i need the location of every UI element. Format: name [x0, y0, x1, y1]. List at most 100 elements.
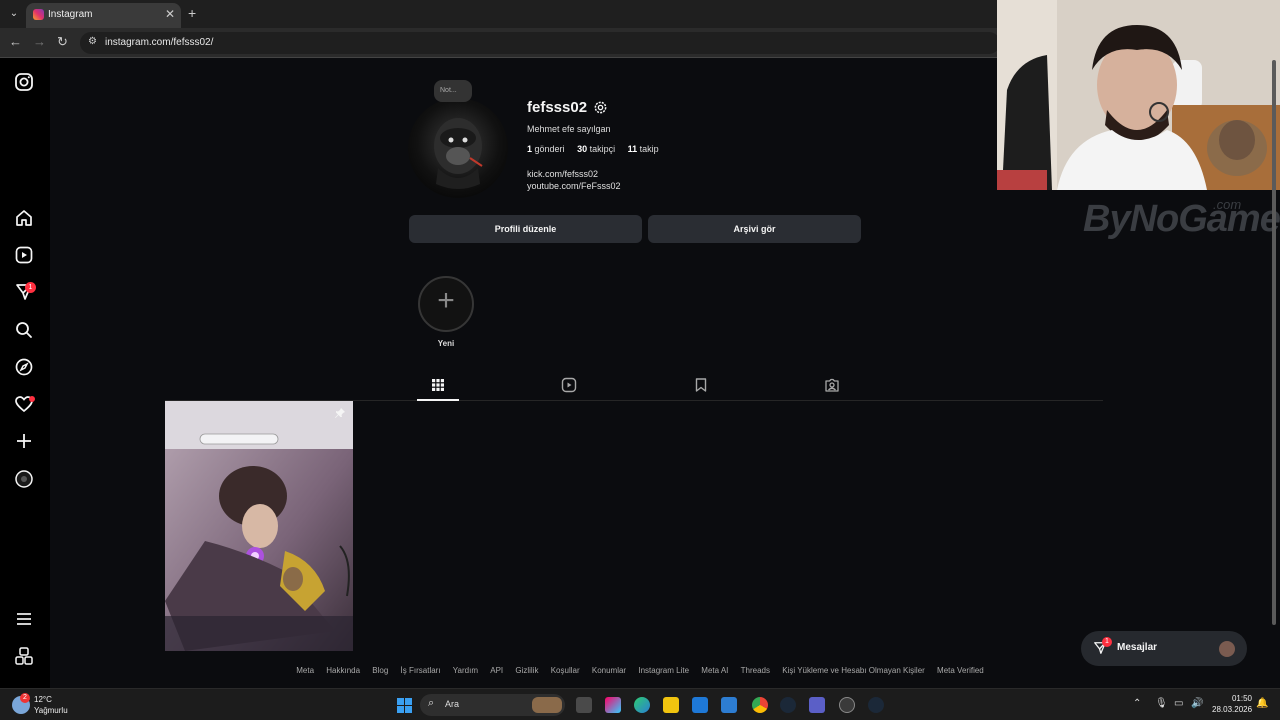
- footer-link-api[interactable]: API: [490, 666, 503, 675]
- messages-label: Mesajlar: [1117, 642, 1158, 653]
- instagram-logo-icon[interactable]: [14, 72, 34, 92]
- edge-browser-icon[interactable]: [634, 697, 650, 713]
- messages-count-badge: 1: [1102, 637, 1112, 647]
- footer-link-locations[interactable]: Konumlar: [592, 666, 626, 675]
- tagged-tab-icon[interactable]: [824, 377, 840, 393]
- task-view-icon[interactable]: [576, 697, 592, 713]
- webcam-overlay: [997, 0, 1280, 190]
- page-scrollbar[interactable]: [1272, 60, 1276, 625]
- footer-link-meta-verified[interactable]: Meta Verified: [937, 666, 984, 675]
- following-count: 11: [627, 144, 638, 154]
- footer-link-about[interactable]: Hakkında: [326, 666, 360, 675]
- recent-chat-avatar: [1219, 641, 1235, 657]
- pinned-post-icon: [334, 406, 346, 418]
- note-bubble[interactable]: Not...: [434, 80, 472, 102]
- new-tab-button[interactable]: +: [188, 5, 196, 21]
- weather-alert-badge: 2: [20, 693, 30, 703]
- search-highlight-image: [532, 697, 562, 713]
- microsoft-store-icon[interactable]: [721, 697, 737, 713]
- notification-bell-icon[interactable]: 🔔: [1256, 698, 1268, 709]
- following-stat[interactable]: 11 takip: [628, 144, 659, 154]
- profile-avatar-icon[interactable]: [14, 469, 34, 489]
- tab-close-icon[interactable]: ✕: [165, 7, 175, 21]
- browser-tab-instagram[interactable]: Instagram ✕: [26, 3, 181, 28]
- reels-icon[interactable]: [14, 245, 34, 265]
- volume-icon[interactable]: 🔊: [1191, 698, 1203, 709]
- followers-stat[interactable]: 30 takipçi: [577, 144, 615, 154]
- footer-link-meta[interactable]: Meta: [296, 666, 314, 675]
- posts-stat[interactable]: 1 gönderi: [527, 144, 565, 154]
- following-label: takip: [639, 144, 659, 154]
- footer-link-privacy[interactable]: Gizlilik: [515, 666, 538, 675]
- more-menu-icon[interactable]: [14, 609, 34, 629]
- active-tab-indicator: [417, 399, 459, 401]
- site-info-icon[interactable]: ⚙: [88, 36, 97, 47]
- followers-label: takipçi: [589, 144, 616, 154]
- weather-temperature[interactable]: 12°C: [34, 695, 52, 704]
- steam-alt-icon[interactable]: [868, 697, 884, 713]
- footer-link-help[interactable]: Yardım: [453, 666, 478, 675]
- notifications-dot: [29, 396, 35, 402]
- windows-start-icon[interactable]: [397, 698, 412, 713]
- footer-link-blog[interactable]: Blog: [372, 666, 388, 675]
- tray-overflow-chevron-icon[interactable]: ⌃: [1133, 698, 1141, 709]
- explore-compass-icon[interactable]: [14, 357, 34, 377]
- forward-button[interactable]: →: [33, 34, 46, 49]
- weather-description[interactable]: Yağmurlu: [34, 706, 68, 715]
- footer-link-terms[interactable]: Koşullar: [551, 666, 580, 675]
- bio-link-kick[interactable]: kick.com/fefsss02: [527, 169, 598, 179]
- profile-stats: 1 gönderi 30 takipçi 11 takip: [527, 144, 669, 154]
- back-button[interactable]: ←: [9, 34, 22, 49]
- footer-link-contact-uploading[interactable]: Kişi Yükleme ve Hesabı Olmayan Kişiler: [782, 666, 925, 675]
- footer-link-threads[interactable]: Threads: [741, 666, 770, 675]
- network-icon[interactable]: ▭: [1174, 698, 1183, 709]
- profile-avatar[interactable]: [408, 98, 508, 198]
- posts-grid-tab-icon[interactable]: [430, 377, 446, 393]
- post-thumbnail[interactable]: [165, 401, 353, 651]
- chrome-browser-icon[interactable]: [752, 697, 768, 713]
- also-from-meta-icon[interactable]: [14, 646, 34, 666]
- view-archive-button[interactable]: Arşivi gör: [648, 215, 861, 243]
- file-explorer-icon[interactable]: [663, 697, 679, 713]
- profile-username: fefsss02: [527, 99, 588, 116]
- bio-link-youtube[interactable]: youtube.com/FeFsss02: [527, 181, 621, 191]
- taskbar-time[interactable]: 01:50: [1220, 694, 1252, 703]
- windows-taskbar: 2 12°C Yağmurlu ⌕ Ara ⌃ 🎙 ▭ 🔊 01:50 28.0…: [0, 688, 1280, 720]
- messages-floating-button[interactable]: 1 Mesajlar: [1081, 631, 1247, 666]
- gorilla-avatar-icon: [434, 118, 483, 189]
- ig-footer: Meta Hakkında Blog İş Fırsatları Yardım …: [0, 666, 1280, 675]
- watermark-suffix: .com: [1213, 197, 1242, 212]
- taskbar-search[interactable]: ⌕ Ara: [420, 694, 565, 716]
- new-highlight-label: Yeni: [437, 339, 455, 348]
- microphone-icon[interactable]: 🎙: [1155, 698, 1168, 709]
- instagram-favicon-icon: [33, 9, 44, 20]
- address-bar[interactable]: ⚙ instagram.com/fefsss02/: [80, 32, 1000, 54]
- new-highlight-button[interactable]: +: [418, 276, 474, 332]
- followers-count: 30: [577, 144, 588, 154]
- edit-profile-button[interactable]: Profili düzenle: [409, 215, 642, 243]
- home-icon[interactable]: [14, 208, 34, 228]
- messages-badge: 1: [25, 282, 36, 293]
- reels-tab-icon[interactable]: [561, 377, 577, 393]
- taskbar-date[interactable]: 28.03.2026: [1212, 705, 1252, 714]
- tab-search-chevron-icon[interactable]: ⌄: [5, 5, 23, 23]
- watermark-logo: ByNoGame: [1083, 198, 1280, 240]
- footer-link-jobs[interactable]: İş Fırsatları: [401, 666, 441, 675]
- steam-icon[interactable]: [780, 697, 796, 713]
- search-icon[interactable]: [14, 320, 34, 340]
- app-icon[interactable]: [839, 697, 855, 713]
- reload-button[interactable]: ↻: [57, 34, 68, 50]
- teams-icon[interactable]: [809, 697, 825, 713]
- saved-bookmark-tab-icon[interactable]: [693, 377, 709, 393]
- ig-sidebar: 1: [0, 58, 50, 688]
- footer-link-instagram-lite[interactable]: Instagram Lite: [638, 666, 689, 675]
- create-plus-icon[interactable]: [14, 431, 34, 451]
- mail-icon[interactable]: [692, 697, 708, 713]
- settings-gear-icon[interactable]: [593, 100, 608, 115]
- url-text[interactable]: instagram.com/fefsss02/: [105, 37, 213, 48]
- profile-full-name: Mehmet efe sayılgan: [527, 124, 611, 134]
- copilot-icon[interactable]: [605, 697, 621, 713]
- footer-link-meta-ai[interactable]: Meta AI: [701, 666, 728, 675]
- posts-label: gönderi: [534, 144, 565, 154]
- taskbar-search-label: Ara: [445, 699, 460, 709]
